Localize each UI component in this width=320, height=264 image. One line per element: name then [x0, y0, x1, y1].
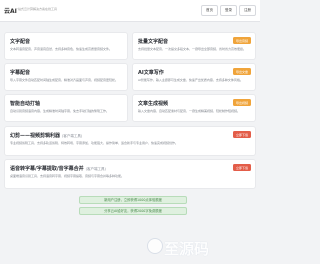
card-title: 幻剪——视频剪辑利器 (客户端工具) — [10, 132, 82, 139]
card-title: 批量文字配音 — [138, 39, 169, 45]
download-button[interactable]: 立即下载 — [232, 131, 251, 138]
card-title: 语音转字幕/字幕提取/音字幕合并 (客户端工具) — [10, 165, 106, 172]
signup-promo-banner[interactable]: 新用户注册，立即获得1000点体验额度 — [79, 196, 187, 204]
card-title-text: 语音转字幕/字幕提取/音字幕合并 — [10, 166, 84, 172]
export-audio-button[interactable]: 导出音频 — [232, 37, 251, 44]
download-button[interactable]: 立即下载 — [232, 164, 251, 171]
card-description: AI智能写作，输入主题即可生成文章，快速产出优质内容，支持多种文体风格。 — [138, 78, 243, 82]
card-description: 导入字幕文件自动匹配时间轴生成配音，精准对齐画面与声音，视频配音更轻松。 — [10, 78, 119, 82]
export-video-button[interactable]: 导出视频 — [232, 99, 251, 106]
card-auto-timeline[interactable]: 智能自动打轴 自动识别音频语音内容，生成精准时间轴字幕，免去手动打轴的繁琐工作。 — [4, 94, 128, 122]
export-article-button[interactable]: 导出文章 — [232, 68, 251, 75]
nav-home-link[interactable]: 首页 — [201, 5, 218, 16]
card-description: 支持批量文本配音，一次提交多段文本，一键导出全部音频，省时省力高效便捷。 — [138, 47, 247, 51]
card-subtitle-dubbing[interactable]: 字幕配音 导入字幕文件自动匹配时间轴生成配音，精准对齐画面与声音，视频配音更轻松… — [4, 63, 128, 91]
site-tagline: 一站式云计算解决方案在线工具 — [15, 7, 58, 11]
top-navigation-bar: 云AI 一站式云计算解决方案在线工具 首页 登录 注册 — [0, 0, 260, 22]
share-promo-banner[interactable]: 分享云AI给好友，获得2000字免费额度 — [79, 207, 187, 215]
card-article-to-video[interactable]: 文章生成视频 导出视频 输入文章内容，自动匹配素材与配音，一键生成精美视频，轻松… — [132, 94, 256, 122]
nav-links: 首页 登录 注册 — [199, 5, 256, 16]
nav-register-link[interactable]: 注册 — [239, 5, 256, 16]
card-text-dubbing[interactable]: 文字配音 文本转语音配音，声音逼真自然，支持多种音色，快速生成高质量音频文件。 — [4, 32, 128, 60]
card-description: 自动识别音频语音内容，生成精准时间轴字幕，免去手动打轴的繁琐工作。 — [10, 109, 110, 113]
card-subtitle: (客户端工具) — [85, 167, 106, 171]
card-title: 文章生成视频 — [138, 101, 169, 107]
card-description: 桌面端语音识别工具，支持语音转字幕、视频字幕提取、音频与字幕合并等多种功能。 — [10, 174, 125, 178]
card-subtitle: (客户端工具) — [62, 134, 83, 138]
card-ai-writing[interactable]: AI文章写作 导出文章 AI智能写作，输入主题即可生成文章，快速产出优质内容，支… — [132, 63, 256, 91]
card-title: 字幕配音 — [10, 70, 31, 76]
card-description: 专业视频剪辑工具，支持多轨道剪辑、特效转场、字幕添加，功能强大，操作简单，适合新… — [10, 141, 179, 145]
nav-login-link[interactable]: 登录 — [220, 5, 237, 16]
card-speech-to-subtitle[interactable]: 语音转字幕/字幕提取/音字幕合并 (客户端工具) 立即下载 桌面端语音识别工具，支… — [4, 159, 256, 189]
card-title: 智能自动打轴 — [10, 101, 41, 107]
card-video-editor[interactable]: 幻剪——视频剪辑利器 (客户端工具) 立即下载 专业视频剪辑工具，支持多轨道剪辑、… — [4, 126, 256, 156]
card-title: 文字配音 — [10, 39, 31, 45]
watermark-logo-icon — [147, 238, 163, 254]
card-description: 文本转语音配音，声音逼真自然，支持多种音色，快速生成高质量音频文件。 — [10, 47, 113, 51]
card-description: 输入文章内容，自动匹配素材与配音，一键生成精美视频，轻松制作短视频。 — [138, 109, 241, 113]
card-title-text: 幻剪——视频剪辑利器 — [10, 133, 61, 139]
card-batch-text-dubbing[interactable]: 批量文字配音 导出音频 支持批量文本配音，一次提交多段文本，一键导出全部音频，省… — [132, 32, 256, 60]
watermark-text: 至源码 — [164, 240, 210, 258]
card-title: AI文章写作 — [138, 70, 164, 76]
